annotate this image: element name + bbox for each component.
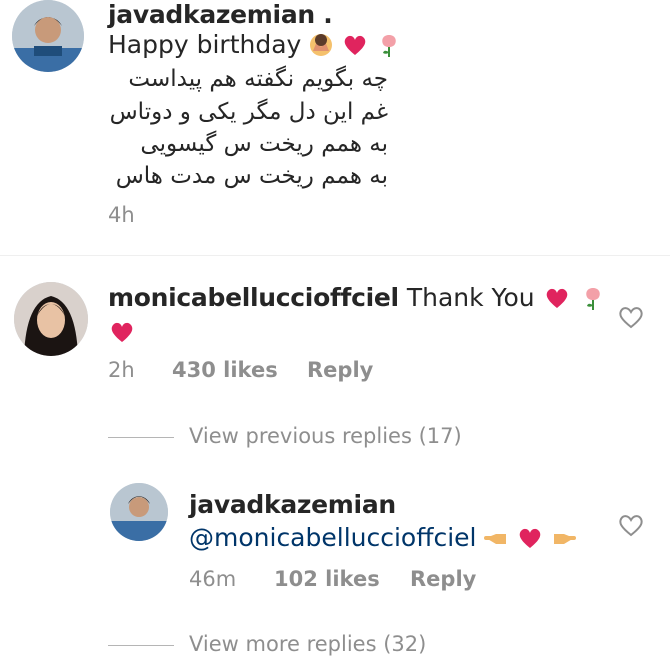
- comment-username[interactable]: javadkazemian .: [108, 0, 333, 29]
- likes-count[interactable]: 430 likes: [172, 358, 278, 382]
- comment-persian-line-1: چه بگویم نگفته هم پیداست: [128, 66, 388, 92]
- comment-time: 4h: [108, 203, 135, 227]
- thread-line: [108, 437, 174, 438]
- comment-persian-line-3: به همم ریخت س گیسویی: [140, 131, 388, 157]
- like-heart-icon[interactable]: [618, 513, 644, 537]
- rose-emoji-icon: [375, 31, 403, 59]
- reply-time: 46m: [189, 567, 237, 591]
- profile-photo-icon: [12, 0, 84, 72]
- avatar-monicabelluccioffciel[interactable]: [14, 282, 88, 356]
- reply-text: @monicabelluccioffciel: [189, 523, 578, 552]
- view-previous-replies-link[interactable]: View previous replies (17): [189, 424, 462, 448]
- mention-link[interactable]: @monicabelluccioffciel: [189, 523, 476, 552]
- red-heart-emoji-icon: [543, 284, 571, 312]
- red-heart-emoji-icon: [108, 318, 136, 346]
- face-emoji-icon: [307, 31, 335, 59]
- profile-photo-icon: [110, 483, 168, 541]
- comment-persian-line-2: غم این دل مگر یکی و دوتاس: [109, 99, 388, 125]
- comment-persian-line-4: به همم ریخت س مدت هاس: [115, 163, 388, 189]
- pointing-left-emoji-icon: [482, 524, 510, 552]
- pointing-right-emoji-icon: [550, 524, 578, 552]
- red-heart-emoji-icon: [516, 524, 544, 552]
- reply-button[interactable]: Reply: [307, 358, 373, 382]
- likes-count[interactable]: 102 likes: [274, 567, 380, 591]
- view-more-replies-link[interactable]: View more replies (32): [189, 632, 426, 656]
- comment-text: Happy birthday: [108, 30, 403, 59]
- avatar-javadkazemian[interactable]: [110, 483, 168, 541]
- avatar-javadkazemian[interactable]: [12, 0, 84, 72]
- comment-text: monicabelluccioffciel Thank You: [108, 283, 607, 312]
- comment-divider: [0, 255, 670, 256]
- comment-text-line-2: [108, 318, 136, 346]
- comment-text-line: Thank You: [406, 283, 535, 312]
- comment-time: 2h: [108, 358, 135, 382]
- comment-username[interactable]: monicabelluccioffciel: [108, 283, 399, 312]
- reply-username[interactable]: javadkazemian: [189, 490, 396, 519]
- rose-emoji-icon: [579, 284, 607, 312]
- red-heart-emoji-icon: [341, 31, 369, 59]
- reply-button[interactable]: Reply: [410, 567, 476, 591]
- comment-text-line: Happy birthday: [108, 30, 302, 59]
- profile-photo-icon: [14, 282, 88, 356]
- like-heart-icon[interactable]: [618, 305, 644, 329]
- thread-line: [108, 645, 174, 646]
